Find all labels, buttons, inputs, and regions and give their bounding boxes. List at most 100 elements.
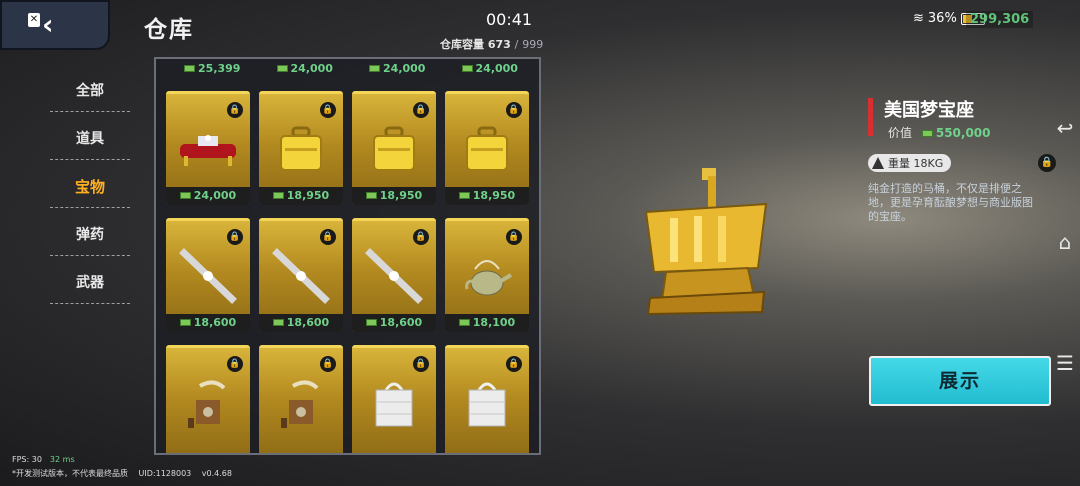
value-label: 价值: [888, 126, 913, 140]
item-price: 24,000: [166, 187, 250, 205]
category-treasure[interactable]: 宝物: [50, 166, 130, 214]
silver-bar-icon: [179, 248, 237, 304]
lock-icon: 🔒: [413, 102, 429, 118]
price-label: 24,000: [259, 62, 352, 75]
lock-icon: 🔒: [227, 356, 243, 372]
page-title: 仓库: [144, 17, 194, 43]
home-icon[interactable]: ⌂: [1052, 229, 1078, 255]
cash-icon: [458, 192, 470, 199]
price-label: 24,000: [351, 62, 444, 75]
category-sidebar: 全部 道具 宝物 弹药 武器: [50, 70, 130, 310]
inventory-item[interactable]: 🔒 18,950: [259, 91, 343, 205]
inventory-item[interactable]: 🔒 18,600: [166, 218, 250, 332]
cash-icon: [179, 319, 191, 326]
lock-icon: 🔒: [506, 356, 522, 372]
capacity-used: 673: [487, 38, 511, 51]
cash-icon: [921, 130, 933, 137]
user-id: UID:1128003: [138, 469, 192, 478]
item-description: 纯金打造的马桶，不仅是排便之地，更是孕育酝酿梦想与商业版图的宝座。: [868, 182, 1033, 223]
clock: 00:41: [486, 10, 533, 29]
lock-icon: 🔒: [413, 356, 429, 372]
price-label: 25,399: [166, 62, 259, 75]
item-price: 18,950: [352, 187, 436, 205]
cash-icon: [276, 65, 288, 72]
item-price: 18,950: [445, 187, 529, 205]
cash-icon: [458, 319, 470, 326]
inventory-item[interactable]: 🔒 18,950: [352, 91, 436, 205]
capacity-label: 仓库容量: [440, 38, 484, 51]
inventory-item[interactable]: 🔒 18,600: [352, 218, 436, 332]
cash-icon: [365, 192, 377, 199]
lock-icon: 🔒: [506, 102, 522, 118]
weight-row: 重量 18KG 🔒: [868, 152, 1068, 174]
warehouse-capacity: 仓库容量 673 / 999: [440, 36, 543, 52]
menu-icon[interactable]: ☰: [1052, 350, 1078, 376]
item-price: 18,950: [259, 187, 343, 205]
battery-percent: 36%: [927, 11, 957, 26]
cash-icon: [369, 65, 381, 72]
item-name: 美国梦宝座: [884, 100, 974, 121]
gold-suitcase-icon: [466, 126, 508, 171]
category-ammo[interactable]: 弹药: [50, 214, 130, 262]
white-bag-icon: [375, 382, 413, 427]
category-weapons[interactable]: 武器: [50, 262, 130, 310]
inventory-item[interactable]: 🔒: [166, 345, 250, 453]
gold-suitcase-icon: [373, 126, 415, 171]
inventory-item[interactable]: 🔒: [259, 345, 343, 453]
cash-icon: [272, 192, 284, 199]
fps-value: FPS: 30: [12, 455, 42, 464]
item-value: 价值 550,000: [888, 124, 991, 141]
inventory-grid[interactable]: 25,399 24,000 24,000 24,000 🔒 24,000 🔒 1…: [154, 57, 541, 455]
fps-readout: FPS: 30 32 ms: [12, 455, 75, 464]
return-icon[interactable]: ↩: [1052, 115, 1078, 141]
chevron-left-icon: ‹: [42, 8, 54, 41]
lock-icon: 🔒: [227, 102, 243, 118]
item-price: 18,100: [445, 314, 529, 332]
lock-icon: 🔒: [320, 102, 336, 118]
weight-text: 重量 18KG: [888, 157, 944, 170]
price-label: 24,000: [444, 62, 537, 75]
inventory-item[interactable]: 🔒 18,950: [445, 91, 529, 205]
inventory-item[interactable]: 🔒 18,600: [259, 218, 343, 332]
previous-row-prices: 25,399 24,000 24,000 24,000: [166, 62, 536, 75]
capacity-max: 999: [522, 38, 544, 51]
silver-bar-icon: [365, 248, 423, 304]
inventory-item[interactable]: 🔒 18,100: [445, 218, 529, 332]
weight-icon: [872, 157, 884, 169]
ping-value: 32 ms: [49, 455, 75, 464]
close-icon: ✕: [28, 13, 40, 27]
category-all[interactable]: 全部: [50, 70, 130, 118]
lock-icon: 🔒: [506, 229, 522, 245]
gramophone-icon: [188, 380, 226, 428]
cash-icon: [365, 319, 377, 326]
cash-icon: [461, 65, 473, 72]
golden-toilet-throne-icon: [644, 168, 768, 316]
wifi-icon: ≋: [913, 11, 924, 26]
build-info: *开发测试版本，不代表最终品质 UID:1128003 v0.4.68: [12, 468, 240, 479]
gold-suitcase-icon: [280, 126, 322, 171]
item-price: 18,600: [352, 314, 436, 332]
cash-icon: [272, 319, 284, 326]
item-price: 18,600: [259, 314, 343, 332]
category-items[interactable]: 道具: [50, 118, 130, 166]
inventory-item[interactable]: 🔒: [445, 345, 529, 453]
money-balance: 299,306: [966, 11, 1034, 28]
silver-bar-icon: [272, 248, 330, 304]
value-amount: 550,000: [935, 126, 991, 140]
lock-icon: 🔒: [413, 229, 429, 245]
lock-icon: 🔒: [320, 356, 336, 372]
jade-teapot-icon: [465, 260, 513, 296]
capacity-separator: /: [514, 38, 519, 51]
lock-icon[interactable]: 🔒: [1038, 154, 1056, 172]
inventory-item[interactable]: 🔒 24,000: [166, 91, 250, 205]
cash-icon: [179, 192, 191, 199]
weight-badge: 重量 18KG: [868, 154, 952, 172]
white-bag-icon: [468, 382, 506, 427]
version: v0.4.68: [201, 469, 232, 478]
lock-icon: 🔒: [227, 229, 243, 245]
showcase-button[interactable]: 展示: [869, 356, 1051, 406]
inventory-item[interactable]: 🔒: [352, 345, 436, 453]
lock-icon: 🔒: [320, 229, 336, 245]
rarity-bar: [868, 98, 873, 136]
back-button[interactable]: ✕ ‹: [0, 0, 110, 50]
